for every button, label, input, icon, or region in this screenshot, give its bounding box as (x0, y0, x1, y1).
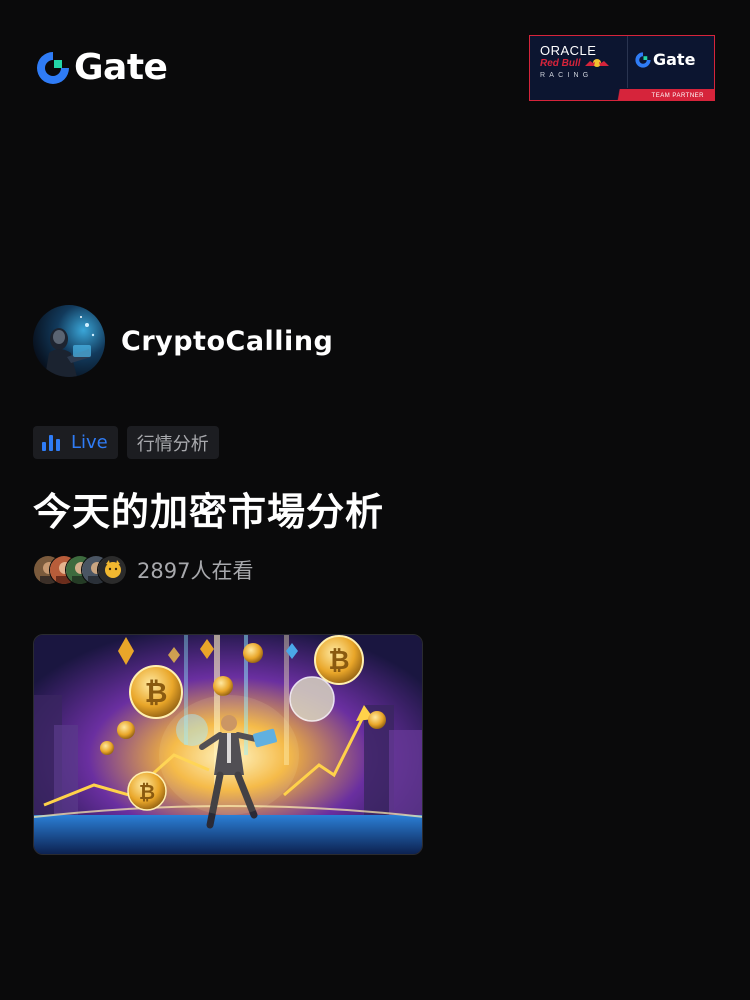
team-partner-badge: ORACLE Red Bull RACING Gate TEAM PARTNER (529, 35, 715, 101)
svg-text:₿: ₿ (139, 780, 155, 804)
live-label: Live (71, 432, 108, 453)
redbull-wordmark: Red Bull (540, 57, 581, 69)
partner-gate-logo: Gate (634, 50, 695, 69)
oracle-wordmark: ORACLE (540, 43, 597, 58)
crypto-celebration-illustration: ₿ ₿ ₿ (34, 635, 422, 854)
racing-wordmark: RACING (540, 72, 593, 79)
partner-strip-label: TEAM PARTNER (651, 93, 704, 99)
live-stream-page: Gate ORACLE Red Bull RACING Gate TEAM PA… (0, 0, 750, 1000)
stream-cover-image[interactable]: ₿ ₿ ₿ (33, 634, 423, 855)
host-avatar[interactable] (33, 305, 105, 377)
partner-strip: TEAM PARTNER (530, 89, 714, 100)
viewer-info: 2897人在看 (33, 554, 253, 586)
viewer-avatar (97, 555, 127, 585)
gate-logo-icon (635, 51, 651, 68)
svg-text:₿: ₿ (328, 646, 349, 676)
live-badge: Live (33, 426, 118, 459)
host-info[interactable]: CryptoCalling (33, 305, 333, 377)
partner-gate-wordmark: Gate (653, 50, 696, 69)
viewer-avatars (33, 555, 127, 585)
oracle-redbull-logo: ORACLE Red Bull RACING (530, 36, 628, 91)
svg-text:₿: ₿ (145, 676, 168, 709)
category-tag[interactable]: 行情分析 (126, 426, 219, 459)
stream-tags: Live 行情分析 (33, 426, 219, 459)
gate-logo[interactable]: Gate (34, 47, 168, 88)
brand-name: Gate (74, 47, 168, 88)
redbull-row: Red Bull (540, 57, 610, 69)
host-name[interactable]: CryptoCalling (121, 326, 333, 357)
host-avatar-image (33, 305, 105, 377)
stream-title: 今天的加密市場分析 (33, 490, 385, 534)
bulls-icon (584, 59, 609, 67)
viewer-count: 2897人在看 (137, 559, 254, 583)
live-bars-icon (42, 434, 60, 451)
gate-logo-icon (37, 52, 69, 84)
partner-divider (627, 36, 628, 88)
